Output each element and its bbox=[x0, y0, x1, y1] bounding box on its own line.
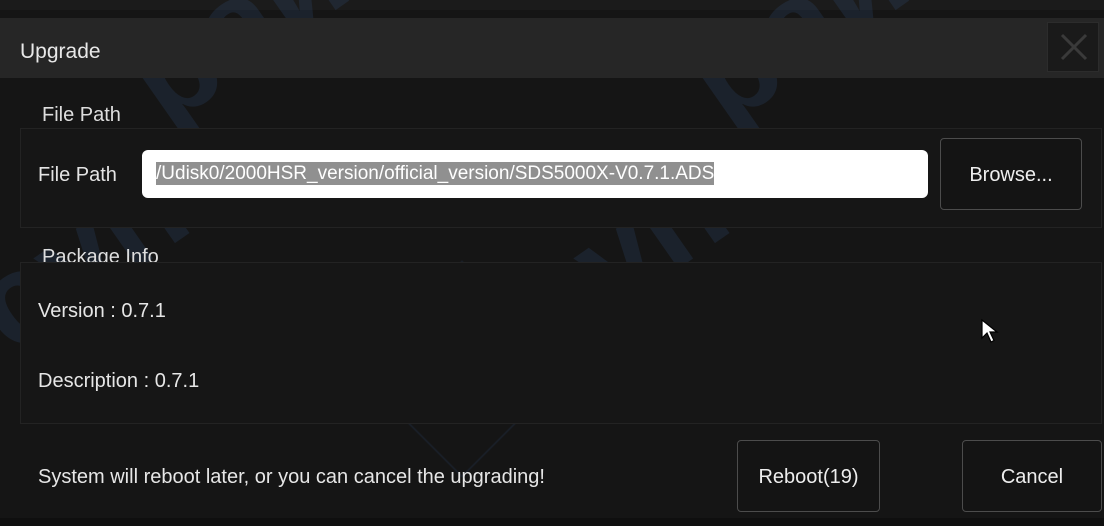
package-info-group bbox=[20, 262, 1102, 424]
file-path-value: /Udisk0/2000HSR_version/official_version… bbox=[156, 162, 715, 185]
dialog-title: Upgrade bbox=[20, 40, 101, 63]
reboot-button[interactable]: Reboot(19) bbox=[737, 440, 880, 512]
reboot-button-label: Reboot(19) bbox=[758, 466, 859, 488]
reboot-message: System will reboot later, or you can can… bbox=[38, 466, 545, 488]
browse-button[interactable]: Browse... bbox=[940, 138, 1082, 210]
close-icon bbox=[1060, 33, 1088, 61]
file-path-group-legend: File Path bbox=[42, 104, 121, 126]
upgrade-dialog: cyne cyne paй paй Upgrade File Path File… bbox=[0, 0, 1104, 526]
browse-button-label: Browse... bbox=[969, 164, 1053, 186]
file-path-label: File Path bbox=[38, 164, 117, 186]
cancel-button-label: Cancel bbox=[1000, 466, 1064, 488]
cancel-button[interactable]: Cancel bbox=[962, 440, 1102, 512]
version-text: Version : 0.7.1 bbox=[38, 300, 166, 322]
title-bar: Upgrade bbox=[0, 18, 1104, 78]
description-text: Description : 0.7.1 bbox=[38, 370, 200, 392]
mouse-cursor-icon bbox=[981, 318, 999, 343]
close-button[interactable] bbox=[1047, 22, 1099, 72]
file-path-input[interactable]: /Udisk0/2000HSR_version/official_version… bbox=[142, 150, 928, 198]
